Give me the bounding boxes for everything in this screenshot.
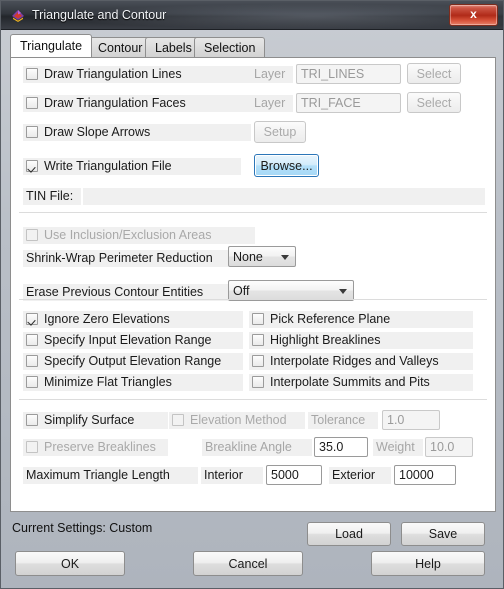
minimize-flat-triangles-checkbox[interactable] xyxy=(26,376,38,388)
ok-button[interactable]: OK xyxy=(15,551,125,576)
draw-triangulation-lines-checkbox[interactable] xyxy=(26,68,38,80)
preserve-breaklines-checkbox[interactable] xyxy=(26,441,38,453)
write-triangulation-file-row[interactable]: Write Triangulation File xyxy=(23,158,241,175)
weight-field[interactable]: 10.0 xyxy=(425,437,473,457)
preserve-breaklines-label: Preserve Breaklines xyxy=(44,440,156,454)
tab-selection[interactable]: Selection xyxy=(194,37,266,57)
interpolate-ridges-valleys-checkbox[interactable] xyxy=(252,355,264,367)
interior-field[interactable]: 5000 xyxy=(266,465,322,485)
ignore-zero-elevations-label: Ignore Zero Elevations xyxy=(44,312,170,326)
specify-output-elevation-range-row[interactable]: Specify Output Elevation Range xyxy=(23,353,243,370)
separator-2 xyxy=(19,299,487,300)
separator-3 xyxy=(19,399,487,400)
simplify-surface-row[interactable]: Simplify Surface xyxy=(23,412,168,429)
help-button[interactable]: Help xyxy=(371,551,485,576)
highlight-breaklines-row[interactable]: Highlight Breaklines xyxy=(249,332,473,349)
ignore-zero-elevations-checkbox[interactable] xyxy=(26,313,38,325)
pick-reference-plane-label: Pick Reference Plane xyxy=(270,312,391,326)
minimize-flat-triangles-row[interactable]: Minimize Flat Triangles xyxy=(23,374,243,391)
separator-1 xyxy=(19,212,487,213)
shrink-wrap-label: Shrink-Wrap Perimeter Reduction xyxy=(23,250,228,267)
save-button[interactable]: Save xyxy=(401,522,485,546)
draw-slope-arrows-row[interactable]: Draw Slope Arrows xyxy=(23,124,251,141)
interior-label: Interior xyxy=(201,467,263,484)
draw-slope-arrows-checkbox[interactable] xyxy=(26,126,38,138)
tin-file-label: TIN File: xyxy=(23,188,81,205)
simplify-surface-label: Simplify Surface xyxy=(44,413,135,427)
interpolate-ridges-valleys-row[interactable]: Interpolate Ridges and Valleys xyxy=(249,353,473,370)
tolerance-label: Tolerance xyxy=(308,412,378,429)
preserve-breaklines-row[interactable]: Preserve Breaklines xyxy=(23,439,168,456)
current-settings-status: Current Settings: Custom xyxy=(12,521,153,535)
use-inclusion-exclusion-row[interactable]: Use Inclusion/Exclusion Areas xyxy=(23,227,255,244)
cancel-button[interactable]: Cancel xyxy=(193,551,303,576)
chevron-down-icon xyxy=(281,255,289,260)
elevation-method-checkbox[interactable] xyxy=(172,414,184,426)
specify-output-elevation-range-label: Specify Output Elevation Range xyxy=(44,354,222,368)
breakline-angle-field[interactable]: 35.0 xyxy=(314,437,368,457)
breakline-angle-label: Breakline Angle xyxy=(202,439,312,456)
layer-field-faces[interactable]: TRI_FACE xyxy=(296,93,401,113)
specify-output-elevation-range-checkbox[interactable] xyxy=(26,355,38,367)
title-bar: Triangulate and Contour x xyxy=(1,1,503,30)
shrink-wrap-select[interactable]: None xyxy=(228,246,296,267)
load-button[interactable]: Load xyxy=(307,522,391,546)
dialog-window: Triangulate and Contour x Triangulate Co… xyxy=(0,0,504,589)
draw-triangulation-faces-label: Draw Triangulation Faces xyxy=(44,96,186,110)
layer-label-faces: Layer xyxy=(251,95,293,112)
slope-arrows-setup-button[interactable]: Setup xyxy=(254,121,306,143)
tolerance-field[interactable]: 1.0 xyxy=(382,410,440,430)
layer-label-lines: Layer xyxy=(251,66,293,83)
select-button-faces[interactable]: Select xyxy=(407,92,461,113)
select-button-lines[interactable]: Select xyxy=(407,63,461,84)
use-inclusion-exclusion-label: Use Inclusion/Exclusion Areas xyxy=(44,228,212,242)
pick-reference-plane-checkbox[interactable] xyxy=(252,313,264,325)
shrink-wrap-value: None xyxy=(233,250,263,264)
erase-previous-select[interactable]: Off xyxy=(228,280,354,301)
weight-label: Weight xyxy=(373,439,423,456)
interpolate-summits-pits-checkbox[interactable] xyxy=(252,376,264,388)
ignore-zero-elevations-row[interactable]: Ignore Zero Elevations xyxy=(23,311,243,328)
layer-field-lines[interactable]: TRI_LINES xyxy=(296,64,401,84)
triangulate-panel: Draw Triangulation Lines Layer TRI_LINES… xyxy=(10,57,496,512)
erase-previous-value: Off xyxy=(233,284,250,298)
draw-triangulation-faces-checkbox[interactable] xyxy=(26,97,38,109)
draw-slope-arrows-label: Draw Slope Arrows xyxy=(44,125,151,139)
highlight-breaklines-checkbox[interactable] xyxy=(252,334,264,346)
highlight-breaklines-label: Highlight Breaklines xyxy=(270,333,381,347)
interpolate-summits-pits-label: Interpolate Summits and Pits xyxy=(270,375,430,389)
interpolate-ridges-valleys-label: Interpolate Ridges and Valleys xyxy=(270,354,439,368)
write-triangulation-file-checkbox[interactable] xyxy=(26,160,38,172)
specify-input-elevation-range-label: Specify Input Elevation Range xyxy=(44,333,212,347)
minimize-flat-triangles-label: Minimize Flat Triangles xyxy=(44,375,172,389)
browse-button[interactable]: Browse... xyxy=(254,154,319,177)
app-icon xyxy=(12,10,24,22)
tin-file-value xyxy=(83,188,485,205)
draw-triangulation-lines-row[interactable]: Draw Triangulation Lines xyxy=(23,66,251,83)
specify-input-elevation-range-row[interactable]: Specify Input Elevation Range xyxy=(23,332,243,349)
exterior-label: Exterior xyxy=(329,467,391,484)
chevron-down-icon xyxy=(339,289,347,294)
pick-reference-plane-row[interactable]: Pick Reference Plane xyxy=(249,311,473,328)
draw-triangulation-lines-label: Draw Triangulation Lines xyxy=(44,67,182,81)
simplify-surface-checkbox[interactable] xyxy=(26,414,38,426)
tab-triangulate[interactable]: Triangulate xyxy=(10,34,93,57)
write-triangulation-file-label: Write Triangulation File xyxy=(44,159,172,173)
max-triangle-length-label: Maximum Triangle Length xyxy=(23,467,198,484)
tab-strip: Triangulate Contour Labels Selection xyxy=(10,34,496,57)
use-inclusion-exclusion-checkbox[interactable] xyxy=(26,229,38,241)
draw-triangulation-faces-row[interactable]: Draw Triangulation Faces xyxy=(23,95,251,112)
exterior-field[interactable]: 10000 xyxy=(394,465,456,485)
tab-contour[interactable]: Contour xyxy=(88,37,153,57)
close-icon[interactable]: x xyxy=(449,4,498,26)
interpolate-summits-pits-row[interactable]: Interpolate Summits and Pits xyxy=(249,374,473,391)
window-title: Triangulate and Contour xyxy=(32,8,167,22)
elevation-method-label: Elevation Method xyxy=(190,413,287,427)
specify-input-elevation-range-checkbox[interactable] xyxy=(26,334,38,346)
elevation-method-row[interactable]: Elevation Method xyxy=(169,412,305,429)
